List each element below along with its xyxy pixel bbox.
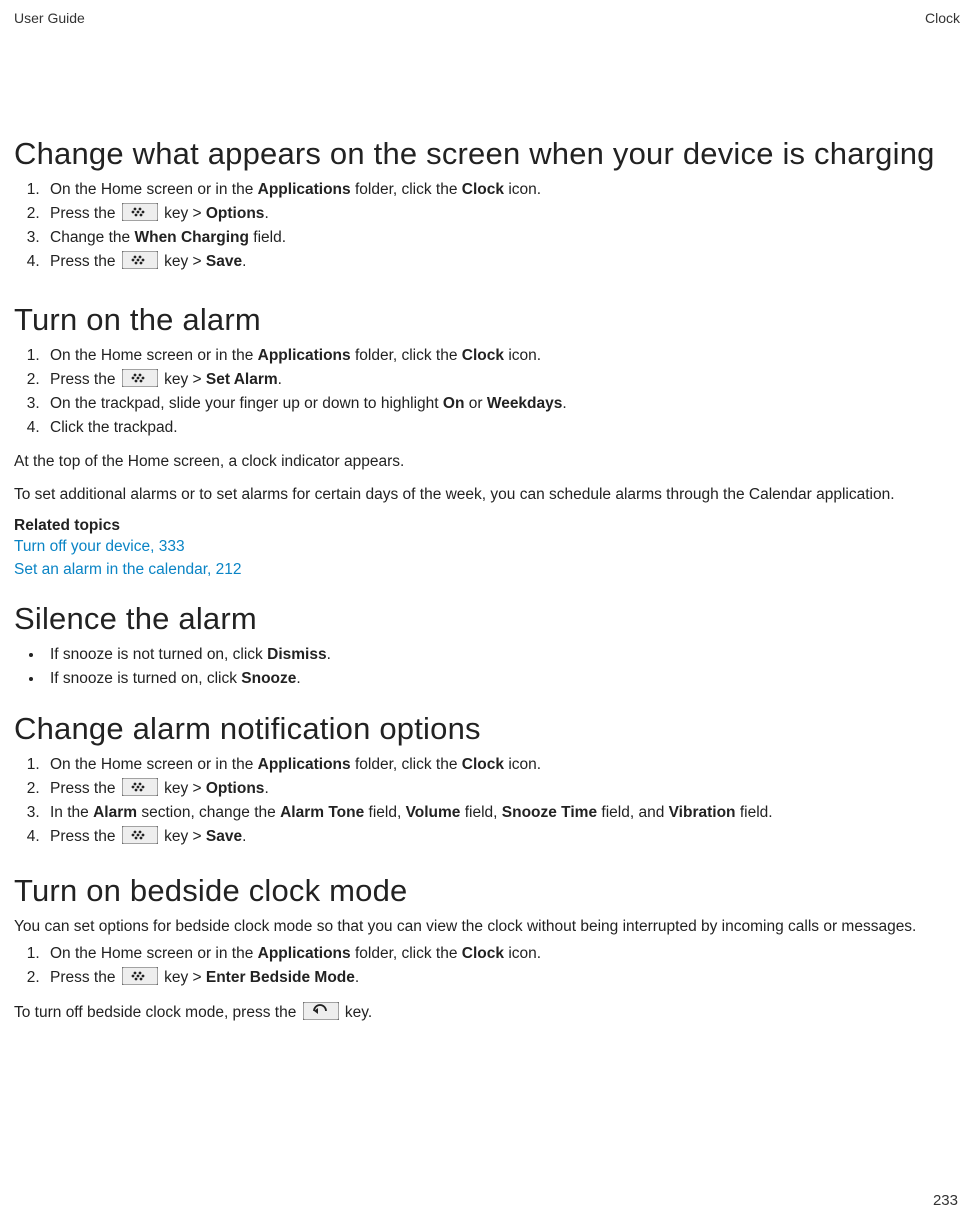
steps-change-charging: On the Home screen or in the Application… — [14, 178, 960, 274]
menu-key-icon — [122, 778, 158, 796]
steps-change-alarm-options: On the Home screen or in the Application… — [14, 753, 960, 849]
heading-change-alarm-options: Change alarm notification options — [14, 711, 960, 747]
list-item: If snooze is turned on, click Snooze. — [44, 667, 960, 691]
menu-key-icon — [122, 826, 158, 844]
paragraph: At the top of the Home screen, a clock i… — [14, 450, 960, 473]
list-item: Change the When Charging field. — [44, 226, 960, 250]
heading-change-charging: Change what appears on the screen when y… — [14, 136, 960, 172]
menu-key-icon — [122, 203, 158, 221]
menu-key-icon — [122, 967, 158, 985]
heading-silence-alarm: Silence the alarm — [14, 601, 960, 637]
page-header: User Guide Clock — [14, 10, 960, 26]
list-item: Press the key > Options. — [44, 777, 960, 801]
back-key-icon — [303, 1002, 339, 1020]
menu-key-icon — [122, 251, 158, 269]
list-item: Press the key > Enter Bedside Mode. — [44, 966, 960, 990]
list-item: If snooze is not turned on, click Dismis… — [44, 643, 960, 667]
link-turn-off-device[interactable]: Turn off your device, 333 — [14, 535, 960, 558]
link-set-alarm-calendar[interactable]: Set an alarm in the calendar, 212 — [14, 558, 960, 581]
list-item: On the Home screen or in the Application… — [44, 178, 960, 202]
header-left: User Guide — [14, 10, 85, 26]
list-item: Press the key > Save. — [44, 825, 960, 849]
paragraph: To turn off bedside clock mode, press th… — [14, 1001, 960, 1024]
related-topics-heading: Related topics — [14, 517, 960, 535]
list-item: Press the key > Save. — [44, 250, 960, 274]
paragraph: To set additional alarms or to set alarm… — [14, 483, 960, 506]
list-item: Press the key > Set Alarm. — [44, 368, 960, 392]
list-item: On the trackpad, slide your finger up or… — [44, 392, 960, 416]
list-item: Press the key > Options. — [44, 202, 960, 226]
page-number: 233 — [933, 1192, 958, 1209]
list-item: In the Alarm section, change the Alarm T… — [44, 801, 960, 825]
heading-turn-on-alarm: Turn on the alarm — [14, 302, 960, 338]
list-item: On the Home screen or in the Application… — [44, 344, 960, 368]
steps-bedside-mode: On the Home screen or in the Application… — [14, 942, 960, 990]
steps-turn-on-alarm: On the Home screen or in the Application… — [14, 344, 960, 440]
heading-bedside-mode: Turn on bedside clock mode — [14, 873, 960, 909]
list-item: Click the trackpad. — [44, 416, 960, 440]
menu-key-icon — [122, 369, 158, 387]
list-item: On the Home screen or in the Application… — [44, 942, 960, 966]
header-right: Clock — [925, 10, 960, 26]
list-item: On the Home screen or in the Application… — [44, 753, 960, 777]
bullets-silence-alarm: If snooze is not turned on, click Dismis… — [14, 643, 960, 691]
paragraph: You can set options for bedside clock mo… — [14, 915, 960, 938]
